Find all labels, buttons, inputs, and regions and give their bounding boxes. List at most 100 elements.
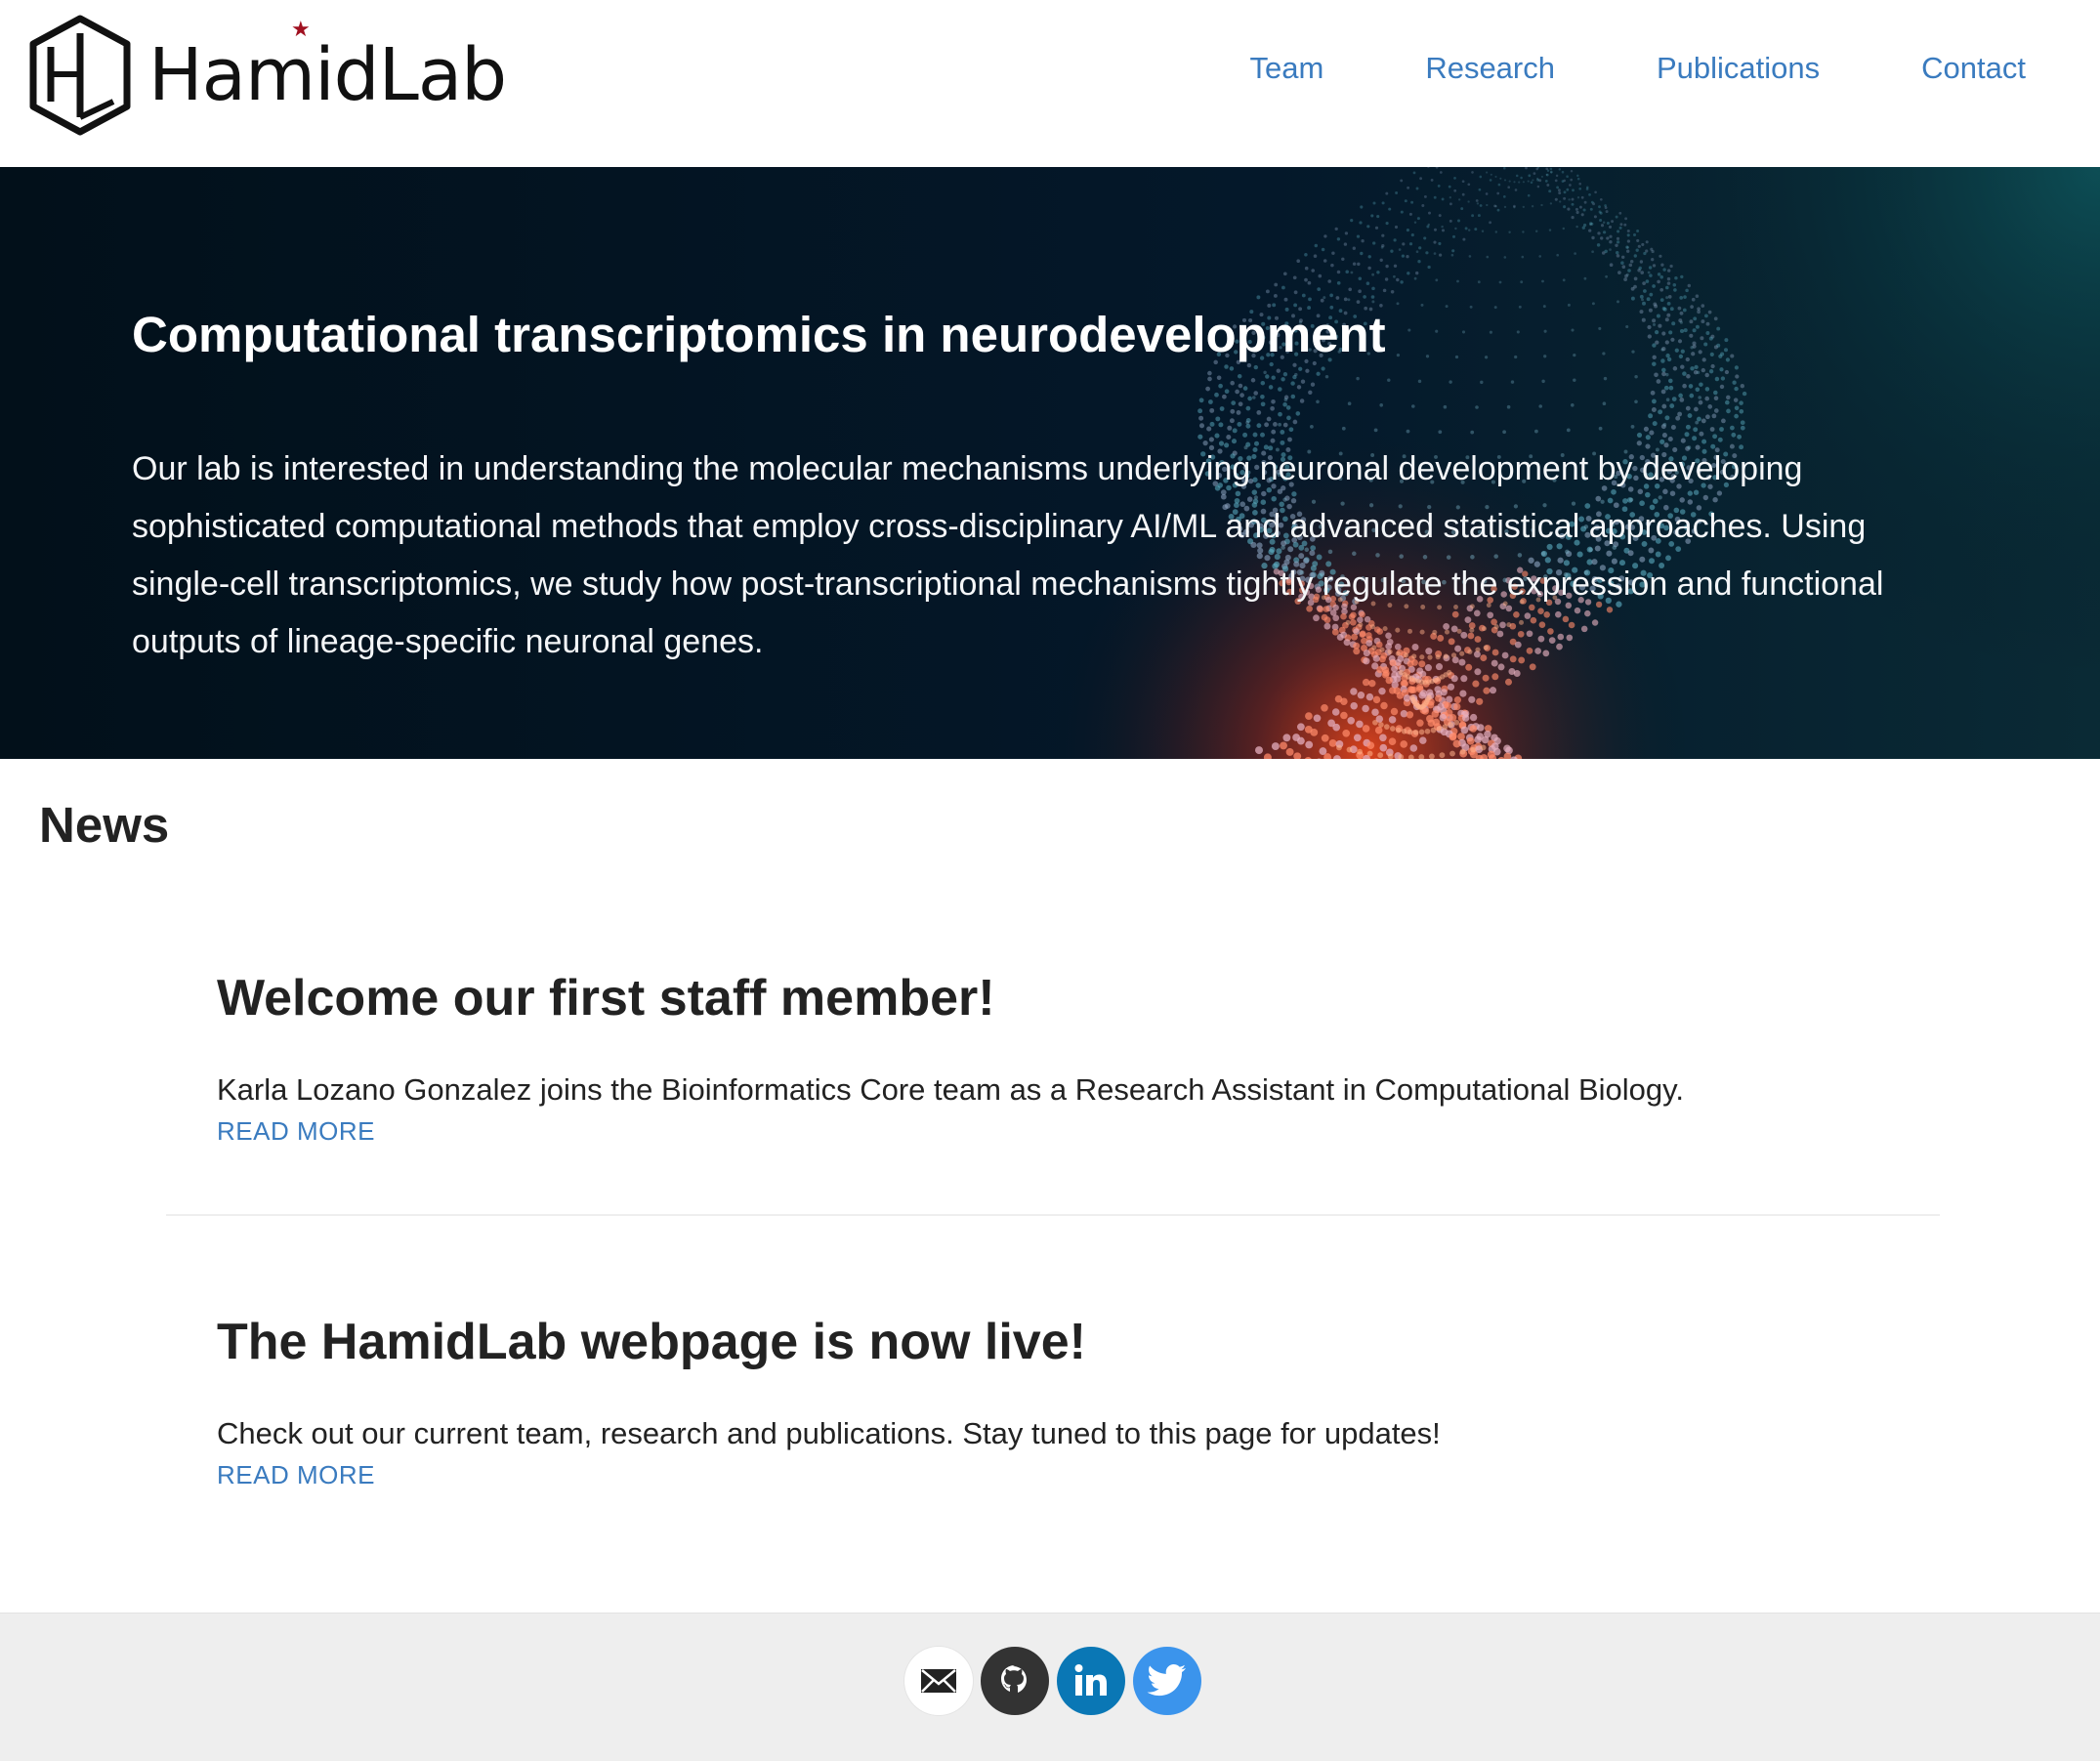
helix-dot: [1457, 220, 1460, 223]
helix-dot: [1659, 255, 1661, 258]
read-more-link[interactable]: READ MORE: [217, 1116, 375, 1147]
helix-dot: [1267, 417, 1272, 422]
helix-dot: [1300, 398, 1305, 403]
nav-item-team[interactable]: Team: [1250, 47, 1324, 90]
helix-rung-dot: [1486, 256, 1489, 259]
helix-dot: [1665, 286, 1669, 290]
helix-dot: [1272, 742, 1280, 750]
helix-dot: [1578, 188, 1581, 190]
helix-dot: [1428, 212, 1431, 215]
helix-rung-dot: [1665, 373, 1668, 376]
nav-item-contact[interactable]: Contact: [1921, 47, 2026, 90]
helix-rung-dot: [1443, 724, 1449, 730]
helix-dot: [1297, 737, 1305, 745]
helix-rung-dot: [1431, 728, 1437, 734]
helix-dot: [1640, 295, 1644, 299]
helix-dot: [1555, 198, 1558, 201]
helix-dot: [1350, 688, 1357, 694]
helix-rung-dot: [1513, 206, 1515, 208]
home-logo-link[interactable]: HamidLab ★: [25, 12, 506, 139]
helix-dot: [1709, 369, 1713, 373]
helix-rung-dot: [1504, 179, 1506, 181]
helix-dot: [1302, 294, 1306, 298]
read-more-link[interactable]: READ MORE: [217, 1460, 375, 1490]
helix-dot: [1683, 309, 1687, 313]
helix-dot: [1235, 390, 1239, 395]
helix-dot: [1205, 387, 1210, 392]
helix-dot: [1238, 374, 1242, 379]
helix-dot: [1342, 730, 1350, 737]
helix-dot: [1634, 277, 1638, 281]
helix-dot: [1714, 345, 1718, 349]
helix-rung-dot: [1284, 398, 1288, 401]
helix-dot: [1648, 413, 1653, 418]
helix-dot: [1642, 318, 1646, 322]
helix-dot: [1269, 385, 1274, 390]
helix-dot: [1283, 272, 1287, 275]
linkedin-link[interactable]: [1057, 1647, 1125, 1715]
helix-rung-dot: [1416, 250, 1419, 253]
helix-dot: [1237, 410, 1241, 415]
helix-dot: [1290, 381, 1294, 385]
twitter-link[interactable]: [1133, 1647, 1201, 1715]
helix-dot: [1357, 234, 1360, 237]
helix-dot: [1637, 433, 1642, 438]
helix-rung-dot: [1556, 254, 1559, 257]
helix-rung-dot: [1478, 280, 1481, 283]
helix-dot: [1438, 242, 1441, 245]
helix-dot: [1617, 237, 1619, 240]
helix-rung-dot: [1342, 427, 1346, 431]
helix-rung-dot: [1698, 396, 1701, 399]
helix-dot: [1448, 684, 1454, 691]
helix-rung-dot: [1316, 400, 1320, 404]
helix-dot: [1375, 727, 1383, 734]
helix-dot: [1424, 195, 1427, 198]
helix-dot: [1673, 283, 1677, 287]
helix-rung-dot: [1519, 306, 1522, 309]
helix-dot: [1402, 242, 1405, 245]
helix-rung-dot: [1567, 429, 1571, 433]
helix-dot: [1449, 186, 1451, 189]
helix-dot: [1311, 383, 1315, 387]
helix-dot: [1406, 255, 1408, 258]
helix-rung-dot: [1367, 751, 1373, 757]
helix-dot: [1321, 704, 1328, 712]
twitter-icon: [1147, 1663, 1188, 1698]
helix-dot: [1358, 289, 1362, 293]
helix-dot: [1649, 266, 1652, 269]
helix-dot: [1271, 430, 1276, 435]
nav-item-research[interactable]: Research: [1425, 47, 1555, 90]
email-link[interactable]: [904, 1647, 973, 1715]
helix-dot: [1359, 221, 1362, 224]
helix-dot: [1694, 407, 1699, 412]
helix-dot: [1680, 312, 1684, 315]
helix-dot: [1514, 670, 1521, 677]
github-link[interactable]: [981, 1647, 1049, 1715]
helix-dot: [1576, 211, 1579, 214]
helix-dot: [1417, 217, 1420, 220]
helix-rung-dot: [1598, 327, 1601, 330]
helix-dot: [1490, 179, 1492, 182]
helix-dot: [1433, 241, 1436, 244]
helix-dot: [1372, 241, 1375, 244]
helix-dot: [1308, 281, 1312, 285]
helix-dot: [1230, 418, 1235, 423]
helix-dot: [1567, 208, 1570, 211]
helix-dot: [1647, 297, 1651, 301]
helix-rung-dot: [1523, 181, 1525, 183]
helix-rung-dot: [1517, 330, 1520, 333]
helix-dot: [1636, 230, 1639, 232]
nav-item-publications[interactable]: Publications: [1657, 47, 1820, 90]
helix-dot: [1735, 406, 1740, 411]
helix-dot: [1667, 277, 1670, 280]
helix-rung-dot: [1509, 181, 1511, 183]
helix-dot: [1570, 179, 1573, 182]
helix-rung-dot: [1468, 229, 1470, 231]
helix-dot: [1239, 393, 1244, 398]
helix-rung-dot: [1402, 729, 1407, 734]
helix-dot: [1642, 302, 1646, 306]
helix-rung-dot: [1379, 403, 1383, 407]
helix-dot: [1358, 692, 1365, 698]
helix-dot: [1198, 416, 1203, 421]
helix-rung-dot: [1518, 182, 1520, 184]
